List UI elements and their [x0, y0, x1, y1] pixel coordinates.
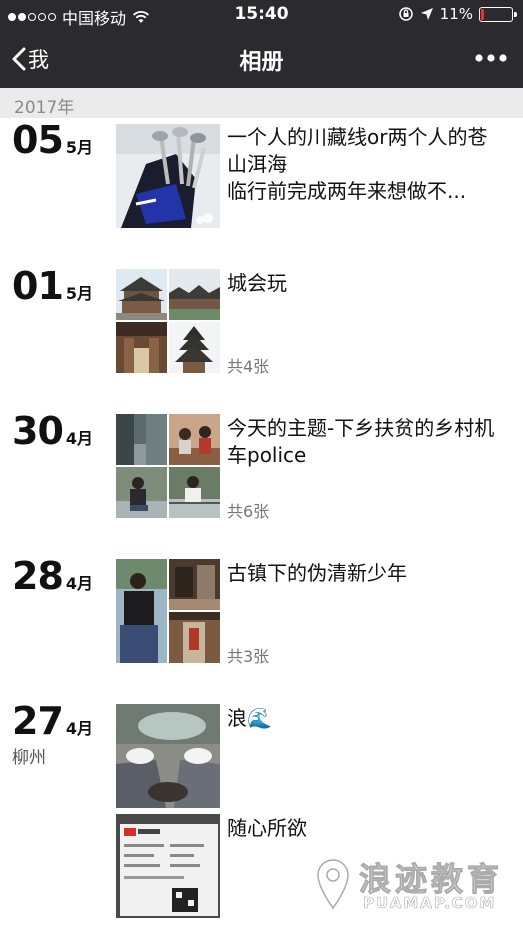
post-caption: 城会玩 [227, 271, 287, 295]
post-date: 05 5月 [12, 118, 93, 162]
photo-wooden-hall [116, 322, 167, 373]
photo-ticket [116, 814, 220, 918]
post-thumbnail[interactable] [116, 124, 220, 228]
watermark-subtitle: PUAMAP.COM [363, 894, 497, 913]
post-caption: 今天的主题-下乡扶贫的乡村机车police [227, 416, 495, 467]
photo-feet-water [116, 704, 220, 808]
map-pin-icon [317, 859, 349, 910]
year-header: 2017年 [0, 88, 523, 118]
post-day: 27 [12, 699, 64, 743]
status-right: 11% [398, 5, 517, 23]
album-feed[interactable]: 05 5月 一个人的川藏线or两个人的苍山洱海 临行前完成两年来想做不... 0… [0, 118, 523, 930]
status-bar: 中国移动 15:40 11% [0, 0, 523, 30]
photo-wind-rain-bridge [169, 269, 220, 320]
battery-level-fill [481, 8, 484, 20]
post-day: 05 [12, 118, 64, 162]
photo-drum-tower [116, 269, 167, 320]
post-location: 柳州 [12, 748, 46, 768]
rotation-lock-icon [398, 7, 413, 21]
photo-count: 共3张 [227, 647, 270, 666]
post-thumbnail-grid[interactable] [116, 559, 220, 663]
watermark-logo: 浪迹教育 PUAMAP.COM [313, 854, 513, 916]
page-title: 相册 [239, 50, 284, 75]
post-day: 30 [12, 409, 64, 453]
watermark-title: 浪迹教育 [358, 860, 504, 899]
back-button[interactable]: 我 [12, 44, 49, 74]
photo-golf-clubs [116, 124, 220, 228]
chevron-left-icon [12, 47, 26, 71]
back-label: 我 [28, 48, 49, 72]
photo-man-sitting [116, 467, 167, 518]
post-date: 30 4月 [12, 409, 93, 453]
photo-young-man-lake [116, 559, 167, 663]
nav-bar: 我 相册 [0, 30, 523, 88]
post-caption: 古镇下的伪清新少年 [227, 561, 407, 585]
battery-icon [479, 6, 517, 22]
post-month: 4月 [65, 429, 94, 448]
photo-old-house [169, 559, 220, 610]
post-caption: 一个人的川藏线or两个人的苍山洱海 临行前完成两年来想做不... [227, 125, 488, 203]
photo-old-doorway [169, 612, 220, 663]
photo-people-gathering [169, 414, 220, 465]
more-options-button[interactable] [475, 48, 507, 67]
post-thumbnail[interactable] [116, 704, 220, 808]
photo-tower-pagoda [169, 322, 220, 373]
location-arrow-icon [420, 8, 433, 20]
post-thumbnail-grid[interactable] [116, 269, 220, 373]
post-date: 28 4月 [12, 554, 93, 598]
more-dots-icon [475, 54, 507, 62]
post-day: 28 [12, 554, 64, 598]
photo-street [116, 414, 167, 465]
post-thumbnail[interactable] [116, 814, 220, 918]
photo-man-railing [169, 467, 220, 518]
post-date: 27 4月 [12, 699, 93, 743]
battery-percent: 11% [439, 5, 473, 23]
photo-count: 共4张 [227, 357, 270, 376]
post-caption: 随心所欲 [227, 816, 307, 840]
post-month: 4月 [65, 719, 94, 738]
post-month: 4月 [65, 574, 94, 593]
post-date: 01 5月 [12, 264, 93, 308]
post-month: 5月 [65, 284, 94, 303]
post-day: 01 [12, 264, 64, 308]
post-caption: 浪🌊 [227, 706, 272, 730]
photo-count: 共6张 [227, 502, 270, 521]
post-month: 5月 [65, 138, 94, 157]
post-thumbnail-grid[interactable] [116, 414, 220, 518]
